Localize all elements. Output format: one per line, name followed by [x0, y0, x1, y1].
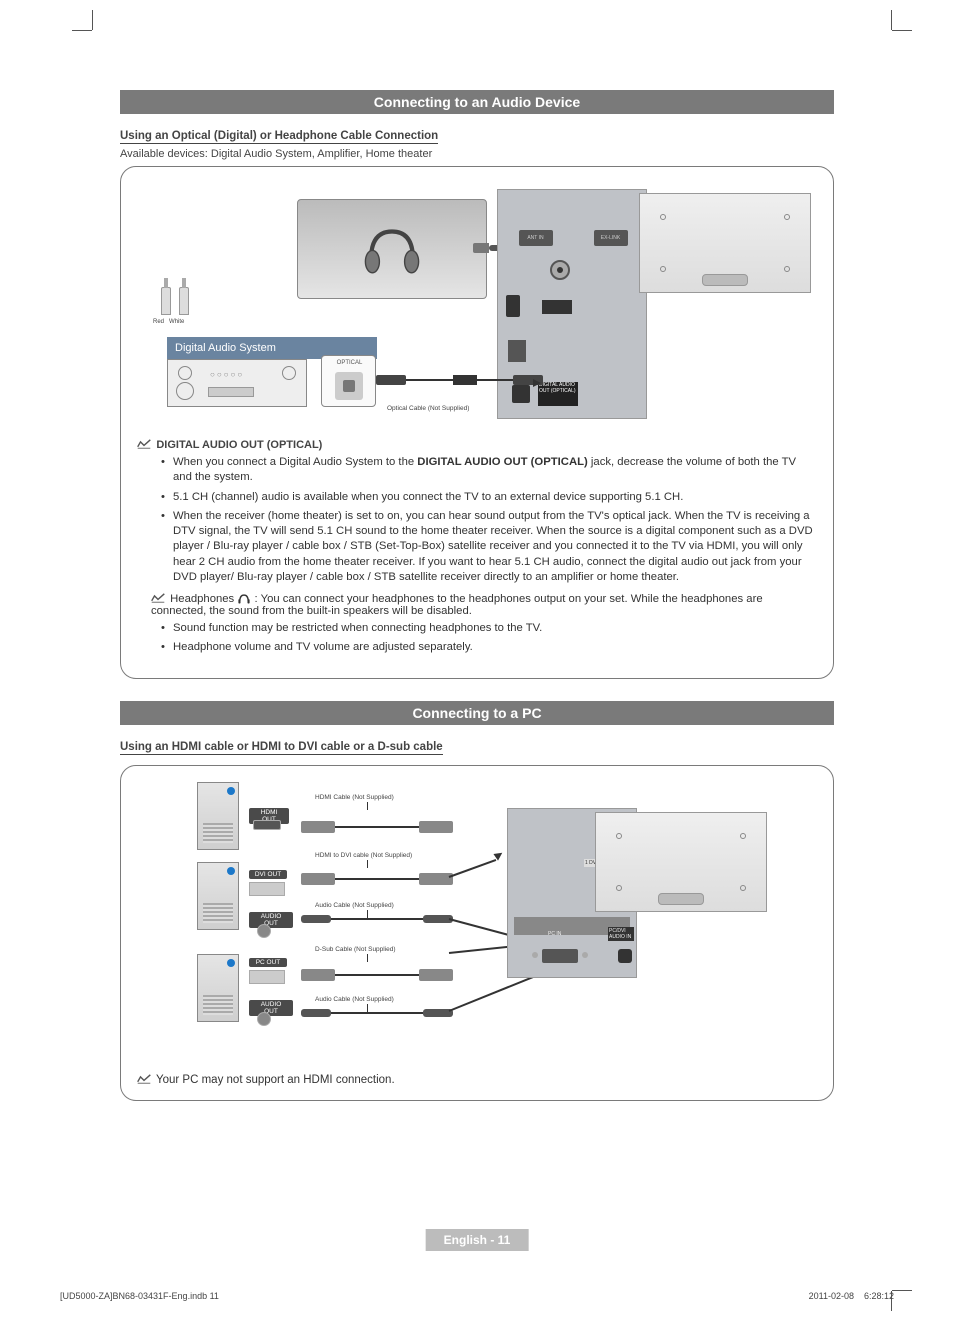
imprint-timestamp: 2011-02-08 6:28:12	[809, 1291, 894, 1301]
dvi-cable	[307, 878, 447, 880]
section-banner-pc: Connecting to a PC	[120, 701, 834, 725]
tv-back-illustration	[639, 193, 811, 293]
rca-labels: Red White	[153, 319, 184, 325]
audio-cable	[307, 918, 447, 920]
ex-link-port: EX-LINK	[594, 230, 628, 246]
optical-note-heading: DIGITAL AUDIO OUT (OPTICAL)	[137, 437, 817, 451]
audio-diagram: ANT IN EX-LINK DIGITAL AUDIO OUT (OPTICA…	[137, 179, 817, 429]
pc-tower	[197, 782, 239, 850]
hdmi-in-port	[542, 300, 572, 314]
audio-cable-label: Audio Cable (Not Supplied)	[315, 902, 394, 909]
usb-port	[506, 295, 520, 317]
headphone-bullet-list: Sound function may be restricted when co…	[137, 621, 817, 656]
optical-bullet-list: When you connect a Digital Audio System …	[137, 455, 817, 585]
hdmi-out-port	[253, 820, 281, 830]
tick-mark	[367, 860, 368, 868]
cable-connector	[453, 375, 477, 385]
pc-tower	[197, 954, 239, 1022]
audio-out-port	[257, 1012, 271, 1026]
page-content: Connecting to an Audio Device Using an O…	[120, 90, 834, 1101]
headphone-port	[550, 260, 570, 280]
pc-out-port	[249, 970, 285, 984]
pc-in-label: PC IN	[548, 931, 561, 937]
pc-diagram: HDMI OUT DVI OUT AUDIO OUT PC OUT AUDIO …	[137, 778, 817, 1068]
vga-port	[542, 949, 578, 963]
rca-red-label: Red	[153, 319, 164, 325]
headphone-note: Headphones : You can connect your headph…	[151, 593, 817, 617]
optical-note-title: DIGITAL AUDIO OUT (OPTICAL)	[156, 439, 322, 451]
page-number-badge: English - 11	[426, 1229, 529, 1251]
imprint-file: [UD5000-ZA]BN68-03431F-Eng.indb 11	[60, 1291, 219, 1301]
coax-port	[508, 340, 526, 362]
audio-cable-label: Audio Cable (Not Supplied)	[315, 996, 394, 1003]
pc-note-text: Your PC may not support an HDMI connecti…	[156, 1074, 395, 1086]
audio-subheading: Using an Optical (Digital) or Headphone …	[120, 130, 438, 144]
audio-available-devices: Available devices: Digital Audio System,…	[120, 148, 834, 160]
optical-chip: OPTICAL	[321, 355, 376, 407]
rca-white-label: White	[169, 319, 184, 325]
pc-note: Your PC may not support an HDMI connecti…	[137, 1074, 817, 1086]
note-icon	[137, 438, 151, 448]
note-icon	[137, 1074, 151, 1084]
dsub-cable-label: D-Sub Cable (Not Supplied)	[315, 946, 396, 953]
headphones-illustration	[297, 199, 487, 299]
crop-mark	[891, 10, 892, 30]
optical-cable-label: Optical Cable (Not Supplied)	[387, 405, 469, 412]
audio-in-port	[618, 949, 632, 963]
tick-mark	[367, 910, 368, 918]
digital-audio-system-box: ○○○○○	[167, 359, 307, 407]
audio-roundbox: ANT IN EX-LINK DIGITAL AUDIO OUT (OPTICA…	[120, 166, 834, 679]
bullet-item: 5.1 CH (channel) audio is available when…	[173, 490, 817, 505]
pc-tower	[197, 862, 239, 930]
tick-mark	[367, 954, 368, 962]
audio-cable	[307, 1012, 447, 1014]
optical-chip-label: OPTICAL	[322, 360, 377, 366]
crop-mark	[892, 1290, 912, 1291]
ant-in-port: ANT IN	[519, 230, 553, 246]
section-banner-audio: Connecting to an Audio Device	[120, 90, 834, 114]
audio-out-label: AUDIO OUT	[249, 912, 293, 928]
bullet-item: Headphone volume and TV volume are adjus…	[173, 640, 817, 655]
print-imprint: [UD5000-ZA]BN68-03431F-Eng.indb 11 2011-…	[60, 1291, 894, 1301]
headphone-icon	[237, 593, 251, 604]
crop-mark	[72, 30, 92, 31]
dvi-out-label: DVI OUT	[249, 870, 287, 879]
bullet-item: When you connect a Digital Audio System …	[173, 455, 817, 486]
tick-mark	[367, 802, 368, 810]
headphone-note-pre: Headphones	[170, 593, 237, 605]
note-icon	[151, 593, 165, 603]
audio-out-label: AUDIO OUT	[249, 1000, 293, 1016]
dvi-out-port	[249, 882, 285, 896]
arrow-icon	[533, 379, 541, 387]
pc-out-label: PC OUT	[249, 958, 287, 967]
tv-back-illustration	[595, 812, 767, 912]
hdmi-cable	[307, 826, 447, 828]
crop-mark	[92, 10, 93, 30]
dsub-cable	[307, 974, 447, 976]
pc-dvi-audio-in-label: PC/DVI AUDIO IN	[608, 927, 634, 941]
hdmi-cable-label: HDMI Cable (Not Supplied)	[315, 794, 394, 801]
tick-mark	[367, 1004, 368, 1012]
bullet-item: Sound function may be restricted when co…	[173, 621, 817, 636]
bullet-item: When the receiver (home theater) is set …	[173, 509, 817, 585]
crop-mark	[892, 30, 912, 31]
optical-out-label: DIGITAL AUDIO OUT (OPTICAL)	[538, 382, 578, 406]
headphones-icon	[357, 219, 427, 279]
pc-roundbox: HDMI OUT DVI OUT AUDIO OUT PC OUT AUDIO …	[120, 765, 834, 1101]
optical-out-port	[512, 385, 530, 403]
dvi-cable-label: HDMI to DVI cable (Not Supplied)	[315, 852, 412, 859]
audio-out-port	[257, 924, 271, 938]
pc-subheading: Using an HDMI cable or HDMI to DVI cable…	[120, 741, 443, 755]
cable-extension	[449, 859, 497, 878]
